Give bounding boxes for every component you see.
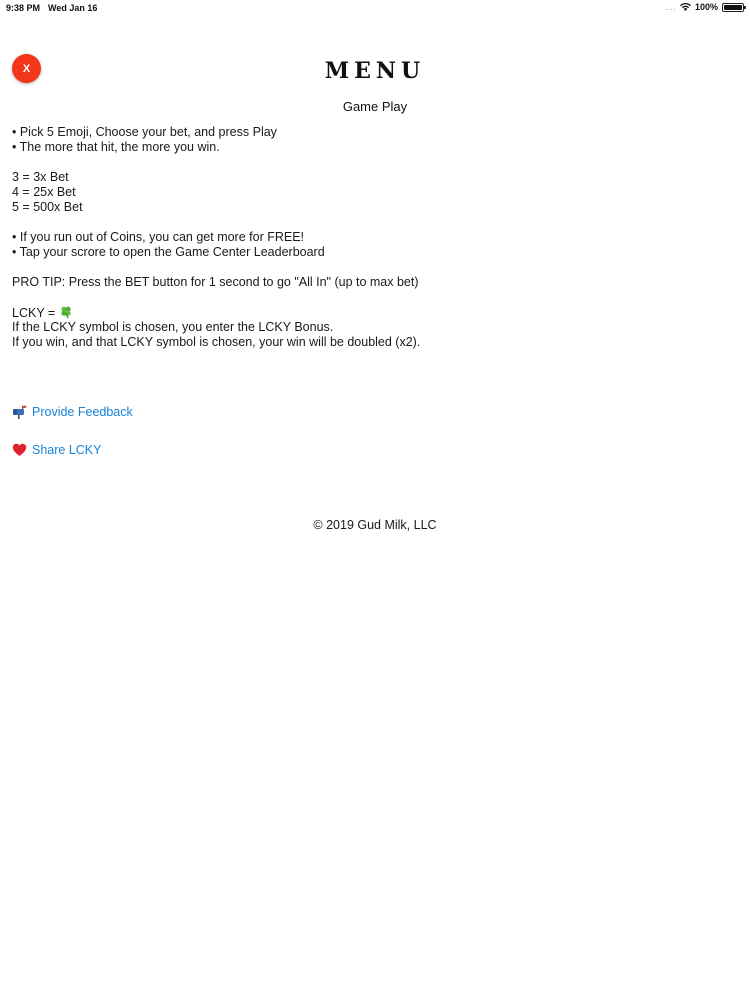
instruction-line: • If you run out of Coins, you can get m… — [12, 230, 305, 244]
page-title: MENU — [324, 58, 426, 84]
lcky-symbol-line: LCKY = — [12, 305, 732, 320]
battery-percent: 100% — [694, 2, 718, 12]
lcky-label: LCKY = — [12, 306, 59, 320]
status-time: 9:38 PM — [6, 3, 41, 13]
battery-icon — [722, 2, 746, 12]
heart-icon — [12, 442, 27, 457]
pro-tip: PRO TIP: Press the BET button for 1 seco… — [12, 275, 419, 289]
payout-line: 5 = 500x Bet — [12, 200, 83, 214]
status-date: Wed Jan 16 — [48, 3, 98, 13]
section-heading: Game Play — [342, 99, 408, 114]
share-lcky-link[interactable]: Share LCKY — [12, 442, 101, 457]
instruction-line: • The more that hit, the more you win. — [12, 140, 220, 154]
instruction-line: • Tap your scrore to open the Game Cente… — [12, 245, 325, 259]
instruction-line: • Pick 5 Emoji, Choose your bet, and pre… — [12, 125, 277, 139]
wifi-icon — [679, 3, 691, 11]
signal-icon: .... — [665, 2, 676, 12]
status-bar: 9:38 PM Wed Jan 16 .... 100% — [0, 0, 750, 16]
status-indicators: .... 100% — [665, 2, 746, 12]
lcky-bonus-line: If the LCKY symbol is chosen, you enter … — [12, 320, 334, 334]
provide-feedback-link[interactable]: Provide Feedback — [12, 404, 133, 419]
share-lcky-label: Share LCKY — [32, 442, 102, 457]
payout-line: 4 = 25x Bet — [12, 185, 76, 199]
game-play-instructions: • Pick 5 Emoji, Choose your bet, and pre… — [12, 125, 732, 350]
payout-line: 3 = 3x Bet — [12, 170, 69, 184]
provide-feedback-label: Provide Feedback — [32, 404, 133, 419]
lcky-double-line: If you win, and that LCKY symbol is chos… — [12, 335, 421, 349]
copyright: © 2019 Gud Milk, LLC — [313, 518, 437, 532]
mailbox-icon — [12, 404, 27, 419]
